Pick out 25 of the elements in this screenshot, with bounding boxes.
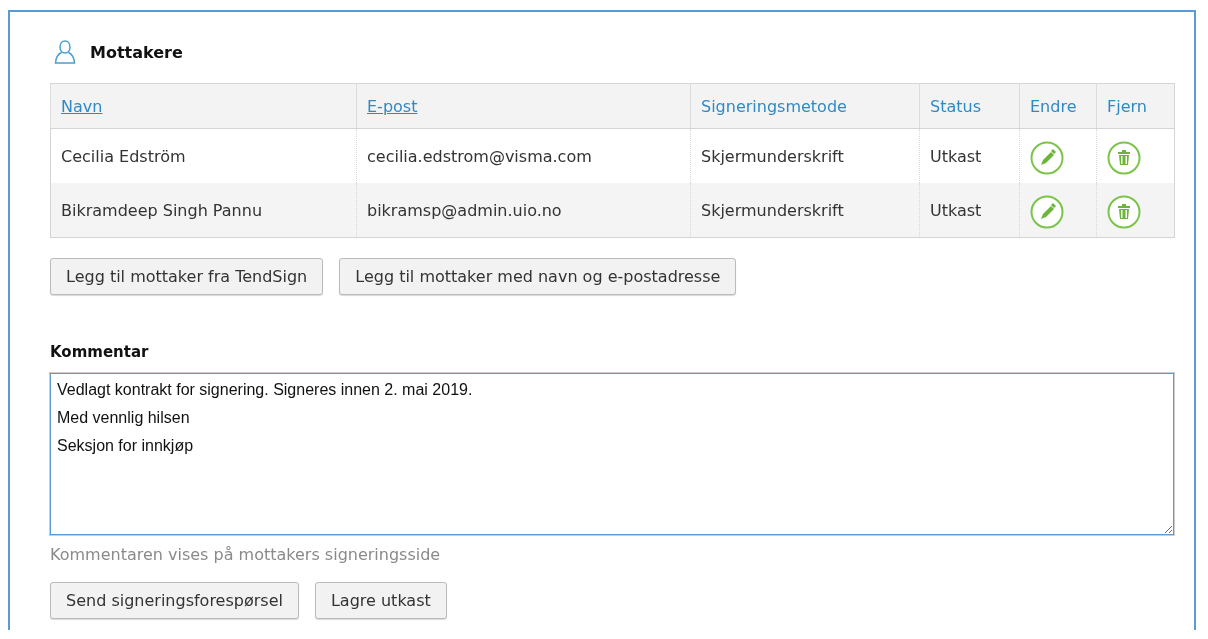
add-recipient-button[interactable]: Legg til mottaker med navn og e-postadresse	[339, 258, 737, 295]
column-header: Status	[930, 96, 981, 116]
user-icon	[54, 39, 76, 65]
signing-method: Skjermunderskrift	[701, 146, 844, 166]
comment-hint: Kommentaren vises på mottakers signeringsside	[50, 545, 442, 564]
action-button[interactable]: Send signeringsforespørsel	[50, 582, 299, 619]
section-title: Mottakere	[90, 42, 183, 62]
delete-icon[interactable]	[1107, 195, 1141, 229]
column-header: Signeringsmetode	[701, 96, 847, 116]
recipient-email: bikramsp@admin.uio.no	[367, 200, 562, 220]
recipient-status: Utkast	[930, 146, 982, 166]
recipient-name: Cecilia Edström	[61, 146, 186, 166]
signing-method: Skjermunderskrift	[701, 200, 844, 220]
column-header: Endre	[1030, 96, 1077, 116]
action-button[interactable]: Lagre utkast	[314, 582, 447, 619]
column-header: Fjern	[1107, 96, 1147, 116]
recipient-email: cecilia.edstrom@visma.com	[367, 146, 592, 166]
comment-label: Kommentar	[50, 343, 150, 361]
edit-icon[interactable]	[1030, 141, 1064, 175]
delete-icon[interactable]	[1107, 141, 1141, 175]
recipient-name: Bikramdeep Singh Pannu	[61, 200, 263, 220]
comment-field[interactable]: Vedlagt kontrakt for signering. Signeres innen 2. mai 2019. Med vennlig hilsen Seksjon for innkjøp	[50, 373, 1174, 535]
recipient-status: Utkast	[930, 200, 982, 220]
edit-icon[interactable]	[1030, 195, 1064, 229]
add-recipient-button[interactable]: Legg til mottaker fra TendSign	[50, 258, 324, 295]
